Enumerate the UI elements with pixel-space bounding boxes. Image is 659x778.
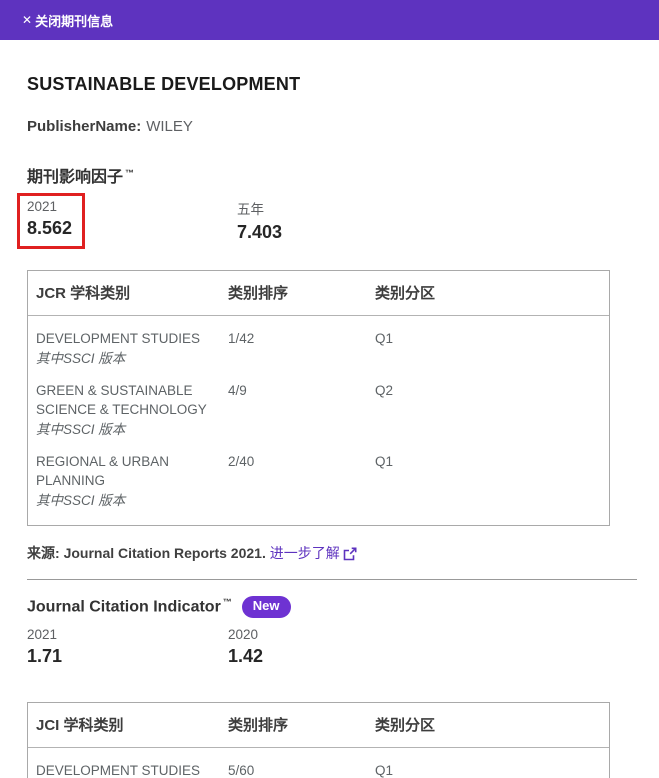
close-label: 关闭期刊信息 [35,11,113,30]
quartile-cell: Q1 [375,452,601,510]
category-cell: GREEN & SUSTAINABLE SCIENCE & TECHNOLOGY… [36,381,228,439]
category-edition: 其中SSCI 版本 [36,491,216,510]
external-link-icon [343,547,357,564]
jif-section-heading: 期刊影响因子™ [27,163,637,187]
learn-more-label: 进一步了解 [270,543,340,563]
close-journal-info-button[interactable]: ✕ 关闭期刊信息 [22,11,113,30]
jci-table-body: DEVELOPMENT STUDIES 其中SSCI 版本 5/60 Q1 GR… [28,748,609,778]
jci-previous-year: 2020 [228,627,263,642]
rank-cell: 5/60 [228,761,375,778]
jif-five-year-value: 7.403 [237,222,282,243]
learn-more-link[interactable]: 进一步了解 [270,543,357,563]
trademark-symbol: ™ [125,168,134,178]
category-name: GREEN & SUSTAINABLE SCIENCE & TECHNOLOGY [36,381,216,419]
source-text: Journal Citation Reports 2021. [64,545,266,561]
jci-current-value: 1.71 [27,646,637,667]
jcr-table-header: JCR 学科类别 类别排序 类别分区 [28,271,609,316]
journal-title: SUSTAINABLE DEVELOPMENT [27,74,637,95]
category-name: DEVELOPMENT STUDIES [36,329,216,348]
publisher-name: WILEY [146,118,193,135]
category-cell: REGIONAL & URBAN PLANNING 其中SSCI 版本 [36,452,228,510]
jif-five-year-label: 五年 [237,198,282,218]
jcr-col-quartile: 类别分区 [375,284,601,303]
publisher-line: PublisherName: WILEY [27,118,637,135]
jci-heading-row: Journal Citation Indicator™ New [27,596,637,618]
panel-header: ✕ 关闭期刊信息 [0,0,659,40]
jif-five-year-block: 五年 7.403 [237,198,282,243]
quartile-cell: Q1 [375,761,601,778]
rank-cell: 1/42 [228,329,375,368]
jci-previous-value: 1.42 [228,646,263,667]
category-cell: DEVELOPMENT STUDIES 其中SSCI 版本 [36,329,228,368]
jif-heading-text: 期刊影响因子 [27,169,123,186]
jif-metrics-row: 2021 8.562 五年 7.403 [27,193,637,249]
quartile-cell: Q2 [375,381,601,439]
jci-current-year: 2021 [27,627,637,642]
source-label: 来源: [27,545,60,561]
table-row: DEVELOPMENT STUDIES 其中SSCI 版本 1/42 Q1 [28,316,609,368]
close-icon: ✕ [22,14,32,26]
quartile-cell: Q1 [375,329,601,368]
category-name: DEVELOPMENT STUDIES [36,761,216,778]
category-edition: 其中SSCI 版本 [36,420,216,439]
publisher-label: PublisherName: [27,118,141,135]
table-row: GREEN & SUSTAINABLE SCIENCE & TECHNOLOGY… [28,368,609,439]
new-badge: New [242,596,291,618]
category-edition: 其中SSCI 版本 [36,349,216,368]
jci-col-quartile: 类别分区 [375,716,601,735]
rank-cell: 2/40 [228,452,375,510]
jci-col-category: JCI 学科类别 [36,716,228,735]
category-name: REGIONAL & URBAN PLANNING [36,452,216,490]
jci-col-rank: 类别排序 [228,716,375,735]
jcr-col-rank: 类别排序 [228,284,375,303]
journal-info-panel: SUSTAINABLE DEVELOPMENT PublisherName: WI… [0,74,659,778]
jif-current-highlight-box: 2021 8.562 [17,193,85,249]
jci-table-header: JCI 学科类别 类别排序 类别分区 [28,703,609,748]
jci-previous-block: 2020 1.42 [228,627,263,667]
category-cell: DEVELOPMENT STUDIES 其中SSCI 版本 [36,761,228,778]
table-row: DEVELOPMENT STUDIES 其中SSCI 版本 5/60 Q1 [28,748,609,778]
source-line: 来源: Journal Citation Reports 2021. 进一步了解 [27,543,637,563]
table-row: REGIONAL & URBAN PLANNING 其中SSCI 版本 2/40… [28,439,609,525]
jif-current-year: 2021 [27,199,72,214]
jci-current-block: 2021 1.71 [27,627,637,667]
jif-current-value: 8.562 [27,218,72,239]
jcr-category-table: JCR 学科类别 类别排序 类别分区 DEVELOPMENT STUDIES 其… [27,270,610,526]
jci-heading-text: Journal Citation Indicator [27,599,221,616]
section-divider [27,579,637,580]
jci-category-table: JCI 学科类别 类别排序 类别分区 DEVELOPMENT STUDIES 其… [27,702,610,778]
jci-section-heading: Journal Citation Indicator™ [27,597,232,616]
trademark-symbol: ™ [223,597,232,607]
jcr-table-body: DEVELOPMENT STUDIES 其中SSCI 版本 1/42 Q1 GR… [28,316,609,525]
jci-metrics-row: 2021 1.71 2020 1.42 [27,627,637,681]
jcr-col-category: JCR 学科类别 [36,284,228,303]
rank-cell: 4/9 [228,381,375,439]
